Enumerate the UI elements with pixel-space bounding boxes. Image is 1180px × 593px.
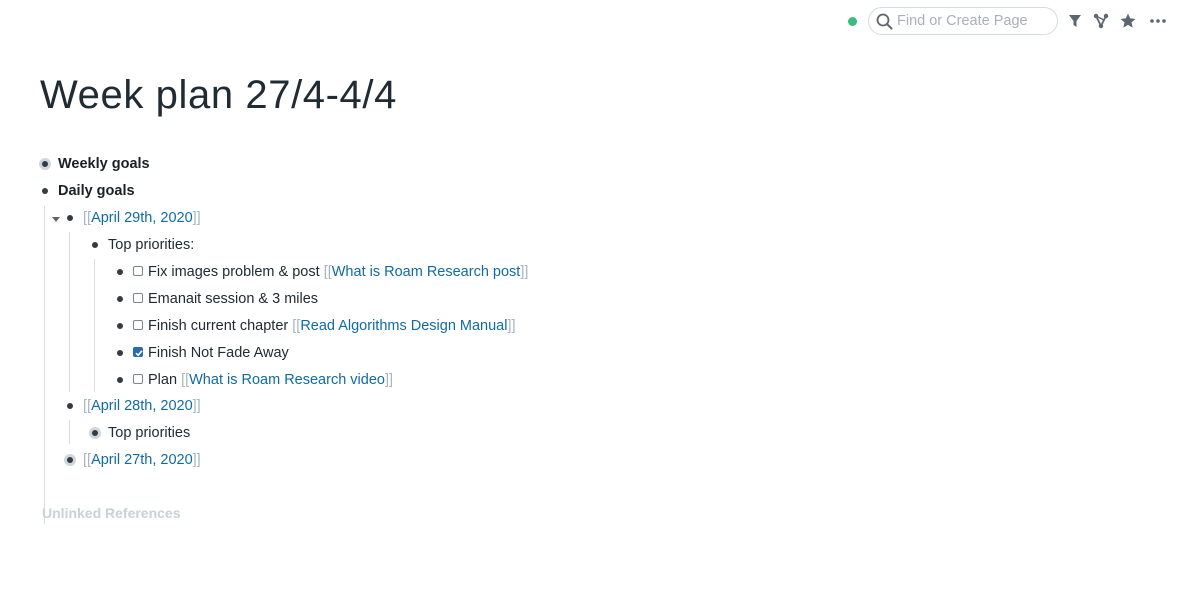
bracket-close: ]] [192, 398, 201, 414]
block-april-27[interactable]: [[April 27th, 2020]] [83, 448, 201, 472]
bracket-open: [[ [83, 452, 92, 468]
page-title[interactable]: Week plan 27/4-4/4 [40, 73, 397, 118]
page-link[interactable]: Read Algorithms Design Manual [300, 318, 507, 334]
block-top-priorities[interactable]: Top priorities [108, 421, 190, 445]
indent-guide [69, 232, 70, 392]
checkmark-icon [135, 350, 143, 357]
block-bullet[interactable] [117, 296, 123, 302]
collapse-caret-icon[interactable] [52, 217, 60, 222]
block-april-28[interactable]: [[April 28th, 2020]] [83, 394, 201, 418]
indent-guide [69, 420, 70, 444]
star-icon[interactable] [1119, 12, 1137, 30]
block-bullet[interactable] [117, 377, 123, 383]
block-bullet[interactable] [67, 215, 73, 221]
todo-item[interactable]: Finish current chapter [[Read Algorithms… [148, 314, 516, 338]
more-icon[interactable] [1149, 12, 1167, 30]
block-bullet[interactable] [42, 161, 48, 167]
todo-text: Finish current chapter [148, 318, 293, 334]
bracket-close: ]] [192, 210, 201, 226]
sync-status-dot [848, 17, 857, 26]
todo-item[interactable]: Finish Not Fade Away [148, 341, 289, 365]
todo-item[interactable]: Emanait session & 3 miles [148, 287, 318, 311]
bracket-close: ]] [384, 372, 394, 388]
block-bullet[interactable] [117, 269, 123, 275]
block-bullet[interactable] [117, 350, 123, 356]
bracket-close: ]] [520, 264, 529, 280]
bracket-close: ]] [192, 452, 201, 468]
graph-icon[interactable] [1092, 12, 1110, 30]
block-daily-goals[interactable]: Daily goals [58, 179, 135, 203]
page-link[interactable]: What is Roam Research video [189, 372, 385, 388]
block-bullet[interactable] [92, 430, 98, 436]
todo-text: Fix images problem & post [148, 264, 324, 280]
todo-item[interactable]: Fix images problem & post [[What is Roam… [148, 260, 528, 284]
indent-guide [94, 259, 95, 392]
block-top-priorities[interactable]: Top priorities: [108, 233, 194, 257]
block-bullet[interactable] [117, 323, 123, 329]
indent-guide [44, 206, 45, 524]
unlinked-references-toggle[interactable]: Unlinked References [42, 505, 181, 521]
todo-checkbox[interactable] [133, 374, 143, 384]
page-link-april-28[interactable]: April 28th, 2020 [91, 398, 193, 414]
block-april-29[interactable]: [[April 29th, 2020]] [83, 206, 201, 230]
bracket-open: [[ [181, 372, 190, 388]
top-bar [0, 7, 1180, 37]
filter-icon[interactable] [1066, 12, 1084, 30]
todo-checkbox[interactable] [133, 293, 143, 303]
todo-item[interactable]: Plan [[What is Roam Research video]] [148, 368, 393, 392]
block-bullet[interactable] [92, 242, 98, 248]
page-link-april-29[interactable]: April 29th, 2020 [91, 210, 193, 226]
todo-checkbox-checked[interactable] [133, 347, 143, 357]
page-link[interactable]: What is Roam Research post [332, 264, 521, 280]
search-input[interactable] [897, 11, 1052, 31]
todo-text: Emanait session & 3 miles [148, 291, 319, 307]
block-weekly-goals[interactable]: Weekly goals [58, 152, 150, 176]
bracket-open: [[ [83, 210, 92, 226]
page-link-april-27[interactable]: April 27th, 2020 [91, 452, 193, 468]
todo-checkbox[interactable] [133, 266, 143, 276]
bracket-open: [[ [83, 398, 92, 414]
todo-text: Finish Not Fade Away [148, 345, 289, 361]
block-bullet[interactable] [42, 188, 48, 194]
search-box[interactable] [868, 7, 1058, 35]
search-icon [876, 13, 893, 30]
bracket-close: ]] [507, 318, 516, 334]
block-bullet[interactable] [67, 403, 73, 409]
todo-text: Plan [148, 372, 182, 388]
bracket-open: [[ [323, 264, 332, 280]
block-bullet[interactable] [67, 457, 73, 463]
todo-checkbox[interactable] [133, 320, 143, 330]
